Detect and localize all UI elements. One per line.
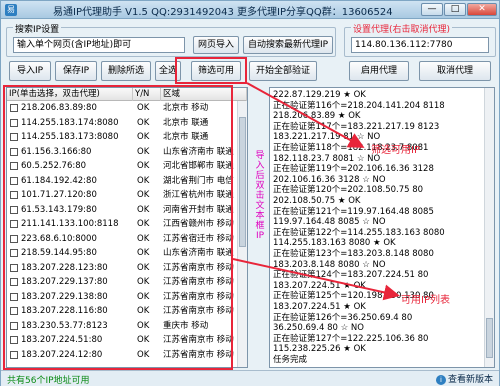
log-line: 正在验证第127个=122.225.106.36 80 (273, 333, 429, 344)
minimize-button[interactable]: — (421, 3, 443, 16)
auto-search-button[interactable]: 自动搜索最新代理IP (243, 36, 333, 54)
log-line: 正在验证第126个=36.250.69.4 80 (273, 312, 413, 323)
app-icon: 易 (5, 4, 17, 16)
log-line: 183.207.224.51 ★ OK (273, 280, 366, 291)
check-update-label: 查看新版本 (447, 375, 493, 385)
log-line: 正在验证第122个=114.255.183.163 8080 (273, 227, 445, 238)
log-line: 正在验证第124个=183.207.224.51 80 (273, 270, 429, 281)
log-line: 正在验证第116个=218.204.141.204 8118 (273, 100, 445, 111)
filter-highlight-box (175, 57, 247, 84)
delete-selected-button[interactable]: 删除所选 (101, 61, 151, 81)
annotation-available-list: 可用IP列表 (401, 295, 450, 306)
log-line: 202.106.16.36 3128 ☆ NO (273, 174, 386, 185)
annotation-filter-available: 筛选可用IP (371, 145, 420, 156)
import-hint-vertical-text: 导入后双击文本框IP (255, 151, 265, 241)
title-bar: 易 易通IP代理助手 V1.5 QQ:2931492043 更多代理IP分享QQ… (1, 1, 499, 19)
app-window: 易 易通IP代理助手 V1.5 QQ:2931492043 更多代理IP分享QQ… (0, 0, 500, 386)
log-line: 115.238.225.26 ★ OK (273, 344, 366, 355)
enable-proxy-button[interactable]: 启用代理 (349, 61, 409, 81)
close-button[interactable]: ✕ (467, 3, 497, 16)
ip-list-scrollbar[interactable] (237, 101, 247, 367)
status-bar: 共有56个IP地址可用 i 查看新版本 (1, 370, 499, 386)
log-line: 183.207.224.51 ★ OK (273, 302, 366, 312)
web-import-button[interactable]: 网页导入 (193, 36, 239, 54)
log-line: 任务完成 (273, 355, 308, 365)
log-line: 正在验证第119个=202.106.16.36 3128 (273, 164, 434, 175)
proxy-group-label: 设置代理(右击取消代理) (351, 22, 453, 35)
log-line: 正在验证第120个=202.108.50.75 80 (273, 185, 424, 196)
save-ip-button[interactable]: 保存IP (55, 61, 97, 81)
log-line: 222.87.129.219 ★ OK (273, 90, 366, 100)
log-scrollbar[interactable] (484, 88, 494, 367)
maximize-button[interactable]: □ (444, 3, 466, 16)
log-line: 182.118.23.7 8081 ☆ NO (273, 153, 381, 164)
log-line: 183.203.8.148 8080 ☆ NO (273, 259, 386, 270)
log-line: 119.97.164.48 8085 ☆ NO (273, 217, 386, 228)
log-line: 正在验证第117个=183.221.217.19 8123 (273, 121, 440, 132)
verify-log[interactable]: 222.87.129.219 ★ OK 正在验证第116个=218.204.141… (269, 87, 495, 368)
log-line: 218.206.83.89 ★ OK (273, 111, 361, 122)
log-line: 正在验证第121个=119.97.164.48 8085 (273, 206, 434, 217)
check-update-link[interactable]: i 查看新版本 (435, 372, 493, 385)
scroll-thumb[interactable] (239, 117, 246, 247)
log-scroll-thumb[interactable] (486, 318, 493, 358)
log-line: 正在验证第123个=183.203.8.148 8080 (273, 249, 434, 259)
log-line: 36.250.69.4 80 ☆ NO (273, 323, 364, 334)
log-line: 202.108.50.75 ★ OK (273, 196, 361, 206)
verify-all-button[interactable]: 开始全部验证 (249, 61, 317, 81)
log-line: 114.255.183.163 8080 ★ OK (273, 238, 396, 249)
cancel-proxy-button[interactable]: 取消代理 (419, 61, 491, 81)
window-title: 易通IP代理助手 V1.5 QQ:2931492043 更多代理IP分享QQ群：… (53, 7, 393, 18)
available-count: 共有56个IP地址可用 (7, 376, 90, 386)
log-line: 183.221.217.19 81 ☆ NO (273, 132, 381, 143)
update-icon: i (435, 375, 446, 385)
list-highlight-box (3, 85, 233, 370)
proxy-address-field[interactable]: 114.80.136.112:7780 (351, 37, 489, 53)
url-input[interactable]: 输入单个网页(含IP地址)即可 (13, 37, 185, 53)
search-group-label: 搜索IP设置 (13, 22, 62, 35)
import-ip-button[interactable]: 导入IP (9, 61, 51, 81)
